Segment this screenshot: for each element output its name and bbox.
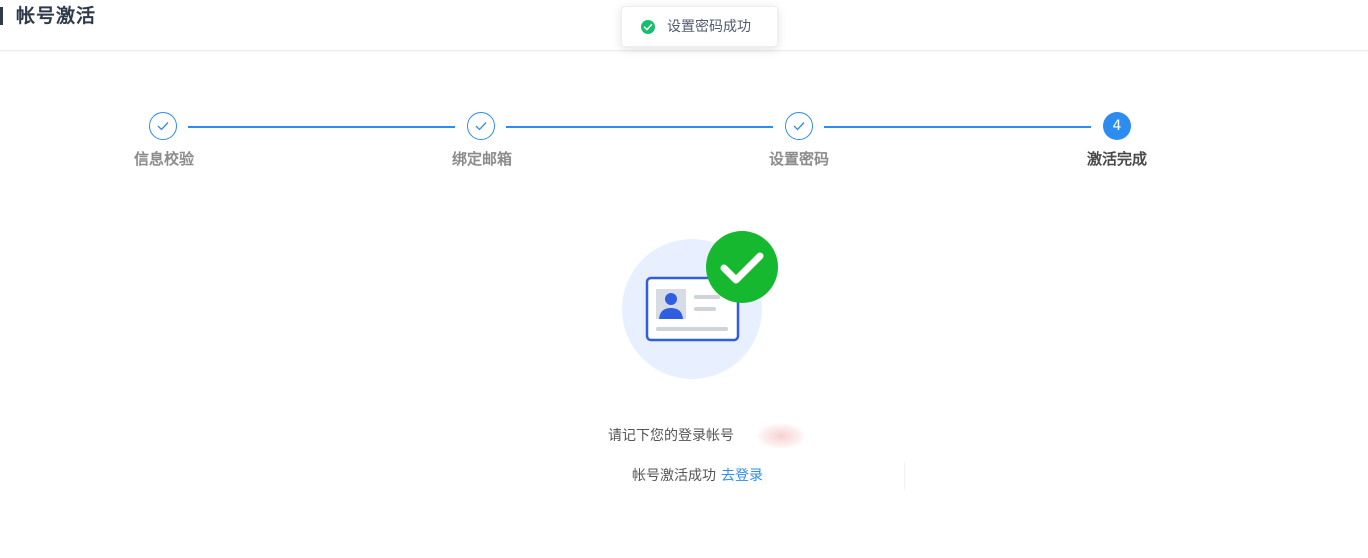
account-redacted [758, 424, 804, 448]
step-3-check-icon [785, 112, 813, 140]
step-connector-3 [824, 126, 1091, 128]
remember-account-text: 请记下您的登录帐号 [608, 428, 734, 444]
success-toast: 设置密码成功 [621, 6, 778, 47]
step-1-check-icon [149, 112, 177, 140]
activation-success-text: 帐号激活成功 [632, 468, 716, 484]
step-3-label: 设置密码 [768, 150, 829, 168]
account-activation-page: 帐号激活 设置密码成功 4 信息校验 绑定邮箱 设置密码 激活完成 请记下您的登… [0, 0, 1368, 558]
activation-success-illustration [620, 228, 782, 388]
divider [904, 462, 905, 490]
go-login-link[interactable]: 去登录 [721, 468, 763, 484]
page-title: 帐号激活 [16, 5, 97, 27]
step-4-number: 4 [1103, 112, 1131, 140]
step-connector-2 [506, 126, 773, 128]
success-check-icon [641, 20, 655, 34]
step-connector-1 [188, 126, 455, 128]
toast-message: 设置密码成功 [667, 19, 751, 35]
step-2-check-icon [467, 112, 495, 140]
header-accent-bar [0, 7, 3, 25]
step-2-label: 绑定邮箱 [451, 150, 512, 168]
activation-success-line: 帐号激活成功 去登录 [632, 466, 763, 486]
step-1-label: 信息校验 [133, 150, 194, 168]
step-4-label: 激活完成 [1086, 150, 1147, 168]
